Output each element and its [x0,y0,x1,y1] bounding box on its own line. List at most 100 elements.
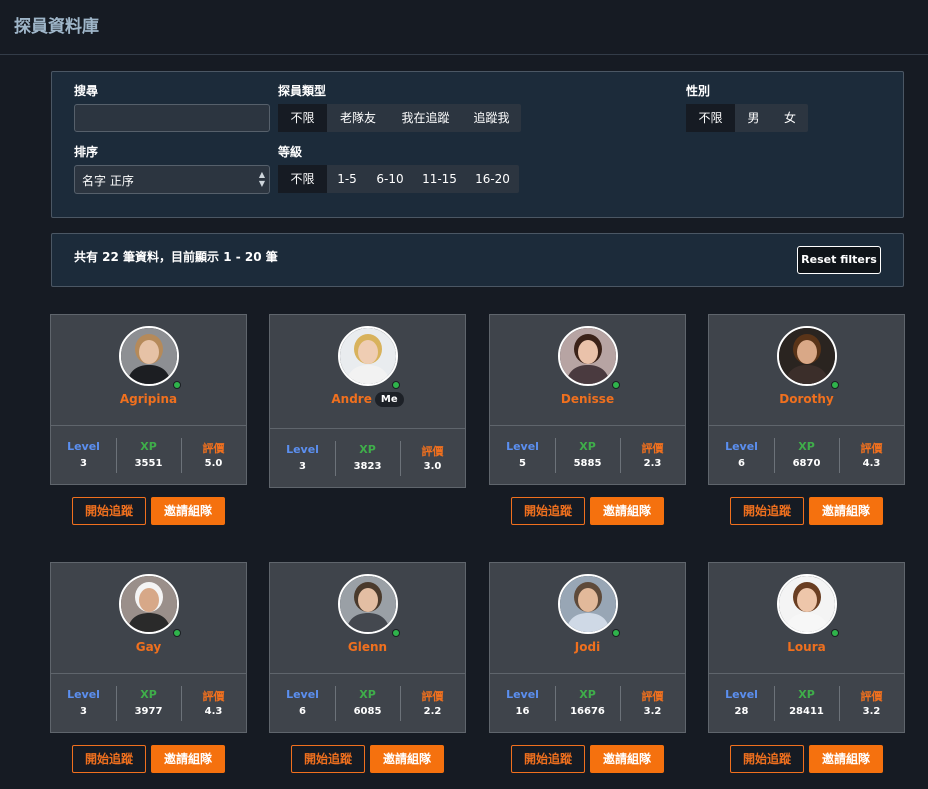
level-option-6-10[interactable]: 6-10 [367,165,413,193]
agent-name-row: Loura [709,640,904,654]
sort-select[interactable]: 名字 正序 ▲ ▼ [74,165,270,194]
level-option-all[interactable]: 不限 [278,165,327,193]
online-status-dot [173,629,181,637]
agent-type-label: 探員類型 [278,84,327,98]
follow-button[interactable]: 開始追蹤 [72,497,146,525]
avatar[interactable] [338,574,398,634]
invite-team-button[interactable]: 邀請組隊 [809,497,883,525]
stat-xp-label: XP [140,688,157,701]
search-input[interactable] [74,104,270,132]
invite-team-button[interactable]: 邀請組隊 [151,497,225,525]
agent-card-denisse: Denisse Level 5 XP 5885 評價 2.3 [489,314,686,485]
stat-rating: 評價 2.3 [620,426,685,488]
invite-team-button[interactable]: 邀請組隊 [809,745,883,773]
follow-button[interactable]: 開始追蹤 [511,497,585,525]
stat-level-value: 6 [299,706,306,717]
stat-rating-value: 5.0 [204,458,223,469]
stat-xp-label: XP [579,440,596,453]
agent-card-gay: Gay Level 3 XP 3977 評價 4.3 [50,562,247,733]
agent-type-option-followers[interactable]: 追蹤我 [462,104,521,132]
agent-stats: Level 3 XP 3977 評價 4.3 [51,673,246,735]
stat-xp-label: XP [798,440,815,453]
invite-team-button[interactable]: 邀請組隊 [370,745,444,773]
avatar[interactable] [558,574,618,634]
agent-type-option-following[interactable]: 我在追蹤 [389,104,462,132]
stat-rating-value: 4.3 [862,458,881,469]
avatar[interactable] [119,326,179,386]
follow-button[interactable]: 開始追蹤 [511,745,585,773]
stat-xp-value: 16676 [570,706,605,717]
stat-xp: XP 3977 [116,674,181,736]
stat-xp: XP 16676 [555,674,620,736]
follow-button[interactable]: 開始追蹤 [72,745,146,773]
invite-team-button[interactable]: 邀請組隊 [151,745,225,773]
stat-level-label: Level [286,443,319,456]
agent-card-loura: Loura Level 28 XP 28411 評價 3.2 [708,562,905,733]
agent-name[interactable]: Gay [136,640,161,654]
agent-stats: Level 28 XP 28411 評價 3.2 [709,673,904,735]
agent-type-option-all[interactable]: 不限 [278,104,327,132]
stat-rating-value: 2.3 [643,458,662,469]
invite-team-button[interactable]: 邀請組隊 [590,497,664,525]
agent-stats: Level 6 XP 6870 評價 4.3 [709,425,904,487]
gender-option-all[interactable]: 不限 [686,104,735,132]
agent-card-glenn: Glenn Level 6 XP 6085 評價 2.2 [269,562,466,733]
avatar[interactable] [338,326,398,386]
follow-button[interactable]: 開始追蹤 [730,745,804,773]
agent-card-agripina: Agripina Level 3 XP 3551 評價 5.0 [50,314,247,485]
level-option-11-15[interactable]: 11-15 [413,165,466,193]
agent-name[interactable]: Dorothy [779,392,833,406]
stat-rating: 評價 4.3 [839,426,904,488]
follow-button[interactable]: 開始追蹤 [730,497,804,525]
stat-level: Level 6 [709,426,774,488]
stat-rating: 評價 2.2 [400,674,465,736]
stat-rating: 評價 5.0 [181,426,246,488]
stat-rating-label: 評價 [860,442,883,455]
stat-rating-label: 評價 [641,690,664,703]
reset-filters-button[interactable]: Reset filters [797,246,881,274]
agent-name[interactable]: Denisse [561,392,614,406]
agent-type-option-teammates[interactable]: 老隊友 [327,104,389,132]
stat-rating-label: 評價 [860,690,883,703]
sort-label: 排序 [74,145,99,159]
stat-rating-value: 3.2 [862,706,881,717]
stat-level-value: 5 [519,458,526,469]
stat-xp: XP 5885 [555,426,620,488]
agent-stats: Level 3 XP 3823 評價 3.0 [270,428,465,490]
agent-name[interactable]: Loura [787,640,825,654]
follow-button[interactable]: 開始追蹤 [291,745,365,773]
agent-stats: Level 5 XP 5885 評價 2.3 [490,425,685,487]
agent-name[interactable]: Jodi [575,640,600,654]
avatar-wrap [338,574,400,637]
online-status-dot [831,629,839,637]
person-icon [340,328,396,384]
gender-option-male[interactable]: 男 [735,104,772,132]
level-option-1-5[interactable]: 1-5 [327,165,367,193]
stat-level-value: 28 [734,706,749,717]
stat-rating: 評價 3.0 [400,429,465,491]
avatar[interactable] [777,574,837,634]
online-status-dot [392,629,400,637]
stat-level-value: 3 [299,461,306,472]
avatar[interactable] [558,326,618,386]
stat-level-label: Level [506,688,539,701]
avatar-wrap [119,574,181,637]
person-icon [779,576,835,632]
stat-xp-value: 3823 [353,461,382,472]
agent-stats: Level 6 XP 6085 評價 2.2 [270,673,465,735]
stat-rating-value: 3.2 [643,706,662,717]
avatar[interactable] [777,326,837,386]
stat-rating-label: 評價 [202,690,225,703]
avatar[interactable] [119,574,179,634]
invite-team-button[interactable]: 邀請組隊 [590,745,664,773]
level-option-16-20[interactable]: 16-20 [466,165,519,193]
agent-name-row: Andre Me [270,392,465,407]
agent-name[interactable]: Glenn [348,640,387,654]
stat-xp: XP 6870 [774,426,839,488]
gender-option-female[interactable]: 女 [772,104,808,132]
agent-name[interactable]: Andre [331,392,371,406]
stat-rating-label: 評價 [202,442,225,455]
stat-rating: 評價 4.3 [181,674,246,736]
gender-label: 性別 [686,84,711,98]
agent-name[interactable]: Agripina [120,392,177,406]
